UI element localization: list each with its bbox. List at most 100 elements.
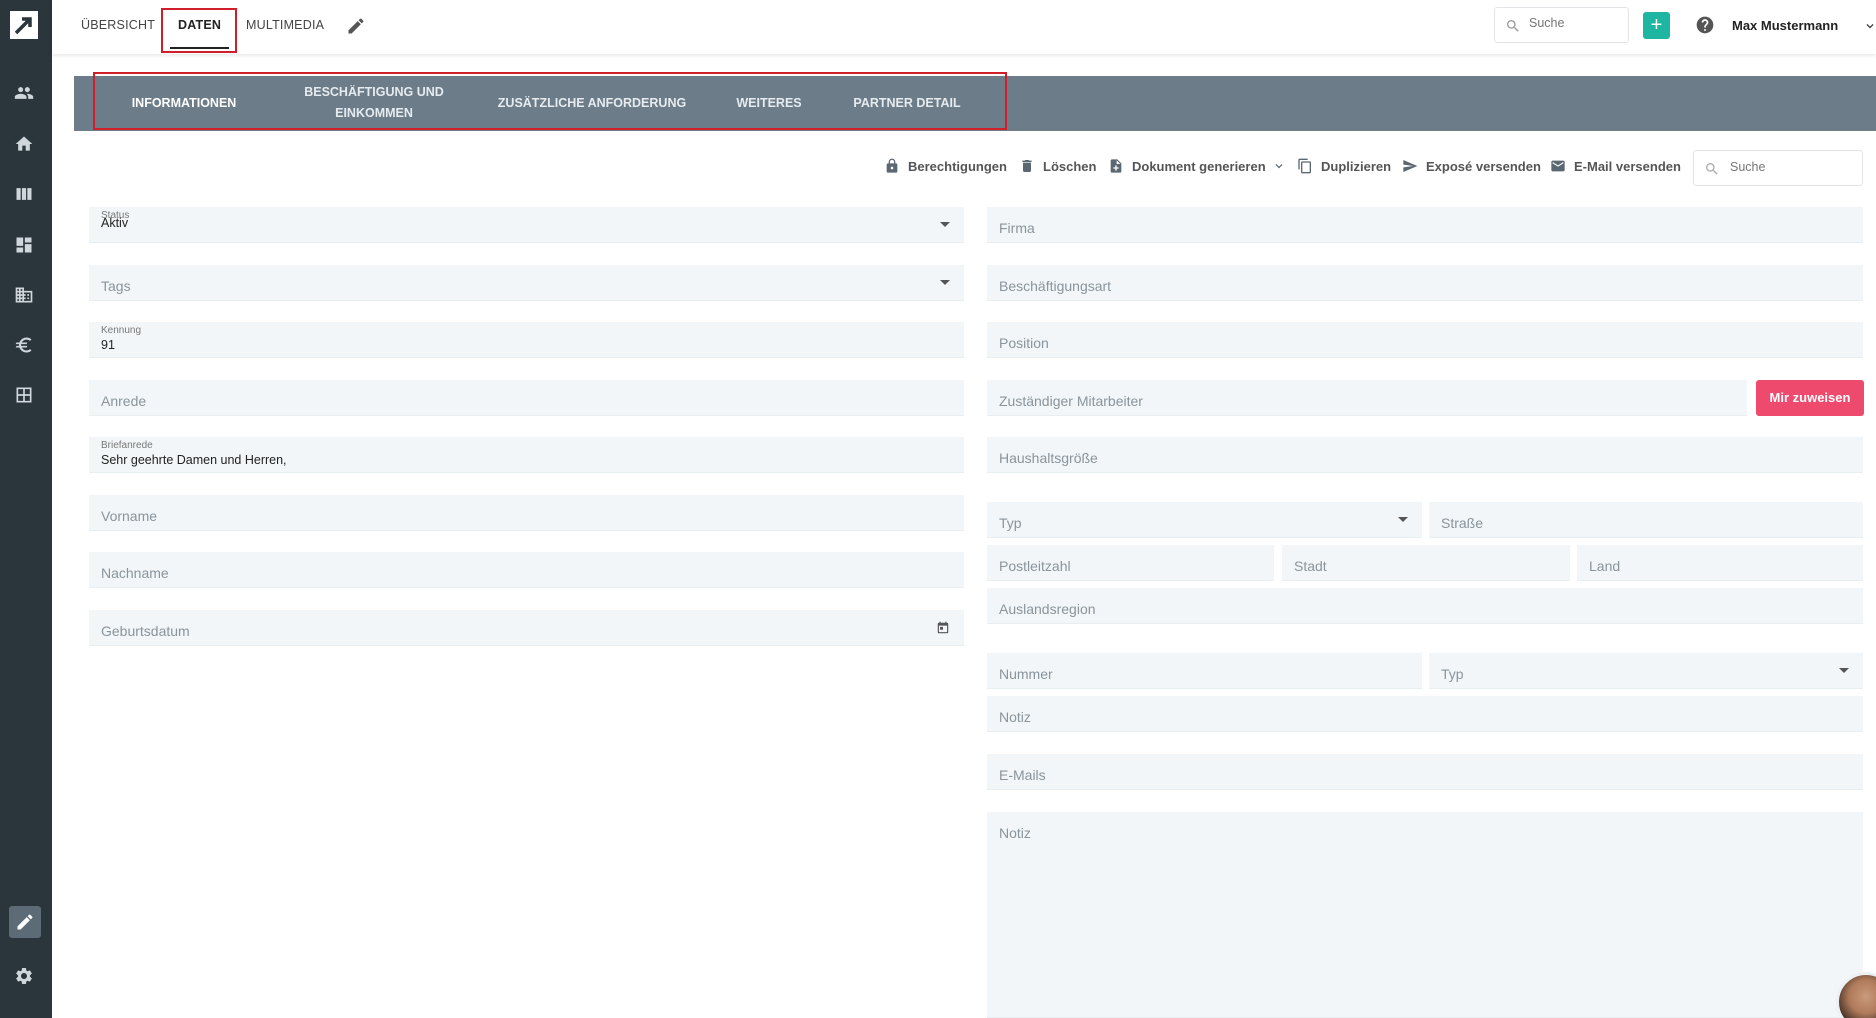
dashboard-icon[interactable]	[12, 233, 36, 257]
chevron-down-icon[interactable]	[1863, 19, 1876, 33]
vorname-label: Vorname	[101, 508, 158, 524]
search-icon	[1706, 163, 1718, 175]
top-bar: ÜBERSICHT DATEN MULTIMEDIA + Max Musterm…	[52, 0, 1876, 54]
calendar-icon[interactable]	[936, 621, 950, 635]
document-search-box[interactable]	[1693, 150, 1863, 186]
address-type-label: Typ	[999, 515, 1022, 531]
nachname-label: Nachname	[101, 565, 169, 581]
auslandsregion-label: Auslandsregion	[999, 601, 1096, 617]
app-logo[interactable]	[10, 11, 38, 39]
phone-number-field[interactable]: Nummer	[987, 653, 1422, 689]
add-button[interactable]: +	[1643, 12, 1670, 39]
tab-multimedia[interactable]: MULTIMEDIA	[246, 18, 324, 32]
caret-down-icon	[1839, 668, 1849, 673]
haushaltsgroesse-label: Haushaltsgröße	[999, 450, 1098, 466]
user-name[interactable]: Max Mustermann	[1732, 18, 1838, 33]
kennung-label: Kennung	[101, 325, 142, 336]
caret-down-icon	[940, 280, 950, 285]
duplicate-label: Duplizieren	[1321, 158, 1392, 174]
contacts-icon[interactable]	[12, 81, 36, 105]
tab-informationen[interactable]: INFORMATIONEN	[129, 93, 239, 114]
columns-icon[interactable]	[12, 182, 36, 206]
emails-field[interactable]: E-Mails	[987, 754, 1863, 790]
briefanrede-field[interactable]: Briefanrede Sehr geehrte Damen und Herre…	[89, 437, 964, 473]
tab-zusaetzliche-anforderung[interactable]: ZUSÄTZLICHE ANFORDERUNG	[492, 93, 692, 114]
duplicate-button[interactable]: Duplizieren	[1297, 158, 1391, 174]
edit-mode-icon[interactable]	[9, 906, 41, 938]
tab-data[interactable]: DATEN	[169, 18, 230, 49]
plz-label: Postleitzahl	[999, 558, 1071, 574]
pencil-icon[interactable]	[346, 16, 366, 36]
euro-icon[interactable]	[12, 333, 36, 357]
note-textarea[interactable]: Notiz	[987, 812, 1863, 1018]
status-value: Aktiv	[101, 216, 129, 230]
vorname-field[interactable]: Vorname	[89, 495, 964, 531]
help-icon[interactable]	[1695, 15, 1715, 35]
send-expose-label: Exposé versenden	[1426, 158, 1541, 174]
firma-label: Firma	[999, 220, 1035, 236]
beschaeftigungsart-label: Beschäftigungsart	[999, 278, 1112, 294]
emails-label: E-Mails	[999, 767, 1046, 783]
grid-icon[interactable]	[12, 383, 36, 407]
nachname-field[interactable]: Nachname	[89, 552, 964, 588]
permissions-label: Berechtigungen	[908, 158, 1007, 174]
kennung-value: 91	[101, 338, 115, 352]
lock-icon	[886, 158, 898, 173]
top-search-input[interactable]	[1529, 16, 1619, 30]
address-type-select[interactable]: Typ	[987, 502, 1422, 538]
settings-icon[interactable]	[12, 964, 36, 988]
anrede-field[interactable]: Anrede	[89, 380, 964, 416]
caret-down-icon	[1398, 517, 1408, 522]
land-field[interactable]: Land	[1577, 545, 1863, 581]
delete-label: Löschen	[1043, 158, 1097, 174]
phone-note-field[interactable]: Notiz	[987, 696, 1863, 732]
phone-type-select[interactable]: Typ	[1429, 653, 1863, 689]
tab-beschaeftigung-line2: EINKOMMEN	[335, 106, 413, 120]
beschaeftigungsart-field[interactable]: Beschäftigungsart	[987, 265, 1863, 301]
send-expose-button[interactable]: Exposé versenden	[1402, 158, 1541, 174]
phone-type-label: Typ	[1441, 666, 1464, 682]
trash-icon	[1022, 160, 1032, 172]
sub-tab-bar: INFORMATIONEN BESCHÄFTIGUNG UND EINKOMME…	[74, 76, 1876, 131]
strasse-field[interactable]: Straße	[1429, 502, 1863, 538]
tab-beschaeftigung[interactable]: BESCHÄFTIGUNG UND EINKOMMEN	[294, 82, 454, 124]
copy-icon	[1298, 158, 1311, 174]
send-email-button[interactable]: E-Mail versenden	[1550, 158, 1681, 174]
generate-document-label: Dokument generieren	[1132, 158, 1266, 174]
geburtsdatum-field[interactable]: Geburtsdatum	[89, 610, 964, 646]
document-add-icon	[1110, 159, 1122, 173]
top-search-box[interactable]	[1494, 7, 1629, 43]
document-search-input[interactable]	[1730, 160, 1850, 174]
position-field[interactable]: Position	[987, 322, 1863, 358]
status-select[interactable]: Status Aktiv	[89, 207, 964, 243]
strasse-label: Straße	[1441, 515, 1484, 531]
position-label: Position	[999, 335, 1049, 351]
plz-field[interactable]: Postleitzahl	[987, 545, 1274, 581]
tags-select[interactable]: Tags	[89, 265, 964, 301]
permissions-button[interactable]: Berechtigungen	[884, 158, 1007, 174]
generate-document-button[interactable]: Dokument generieren	[1108, 158, 1286, 174]
home-icon[interactable]	[12, 132, 36, 156]
building-icon[interactable]	[12, 283, 36, 307]
kennung-field[interactable]: Kennung 91	[89, 322, 964, 358]
phone-number-label: Nummer	[999, 666, 1053, 682]
tab-beschaeftigung-line1: BESCHÄFTIGUNG UND	[304, 85, 444, 99]
caret-down-icon	[940, 222, 950, 227]
tab-partner-detail[interactable]: PARTNER DETAIL	[842, 93, 972, 114]
firma-field[interactable]: Firma	[987, 207, 1863, 243]
haushaltsgroesse-field[interactable]: Haushaltsgröße	[987, 437, 1863, 473]
auslandsregion-field[interactable]: Auslandsregion	[987, 588, 1863, 624]
stadt-field[interactable]: Stadt	[1282, 545, 1570, 581]
land-label: Land	[1589, 558, 1621, 574]
delete-button[interactable]: Löschen	[1019, 158, 1096, 174]
tab-weiteres[interactable]: WEITERES	[724, 93, 814, 114]
briefanrede-label: Briefanrede	[101, 440, 153, 451]
assign-to-me-button[interactable]: Mir zuweisen	[1756, 380, 1864, 416]
mail-icon	[1551, 160, 1565, 172]
stadt-label: Stadt	[1294, 558, 1327, 574]
briefanrede-value: Sehr geehrte Damen und Herren,	[101, 453, 287, 467]
tab-overview[interactable]: ÜBERSICHT	[81, 18, 155, 32]
chevron-down-icon	[1275, 164, 1283, 169]
mitarbeiter-field[interactable]: Zuständiger Mitarbeiter	[987, 380, 1747, 416]
send-email-label: E-Mail versenden	[1574, 158, 1681, 174]
